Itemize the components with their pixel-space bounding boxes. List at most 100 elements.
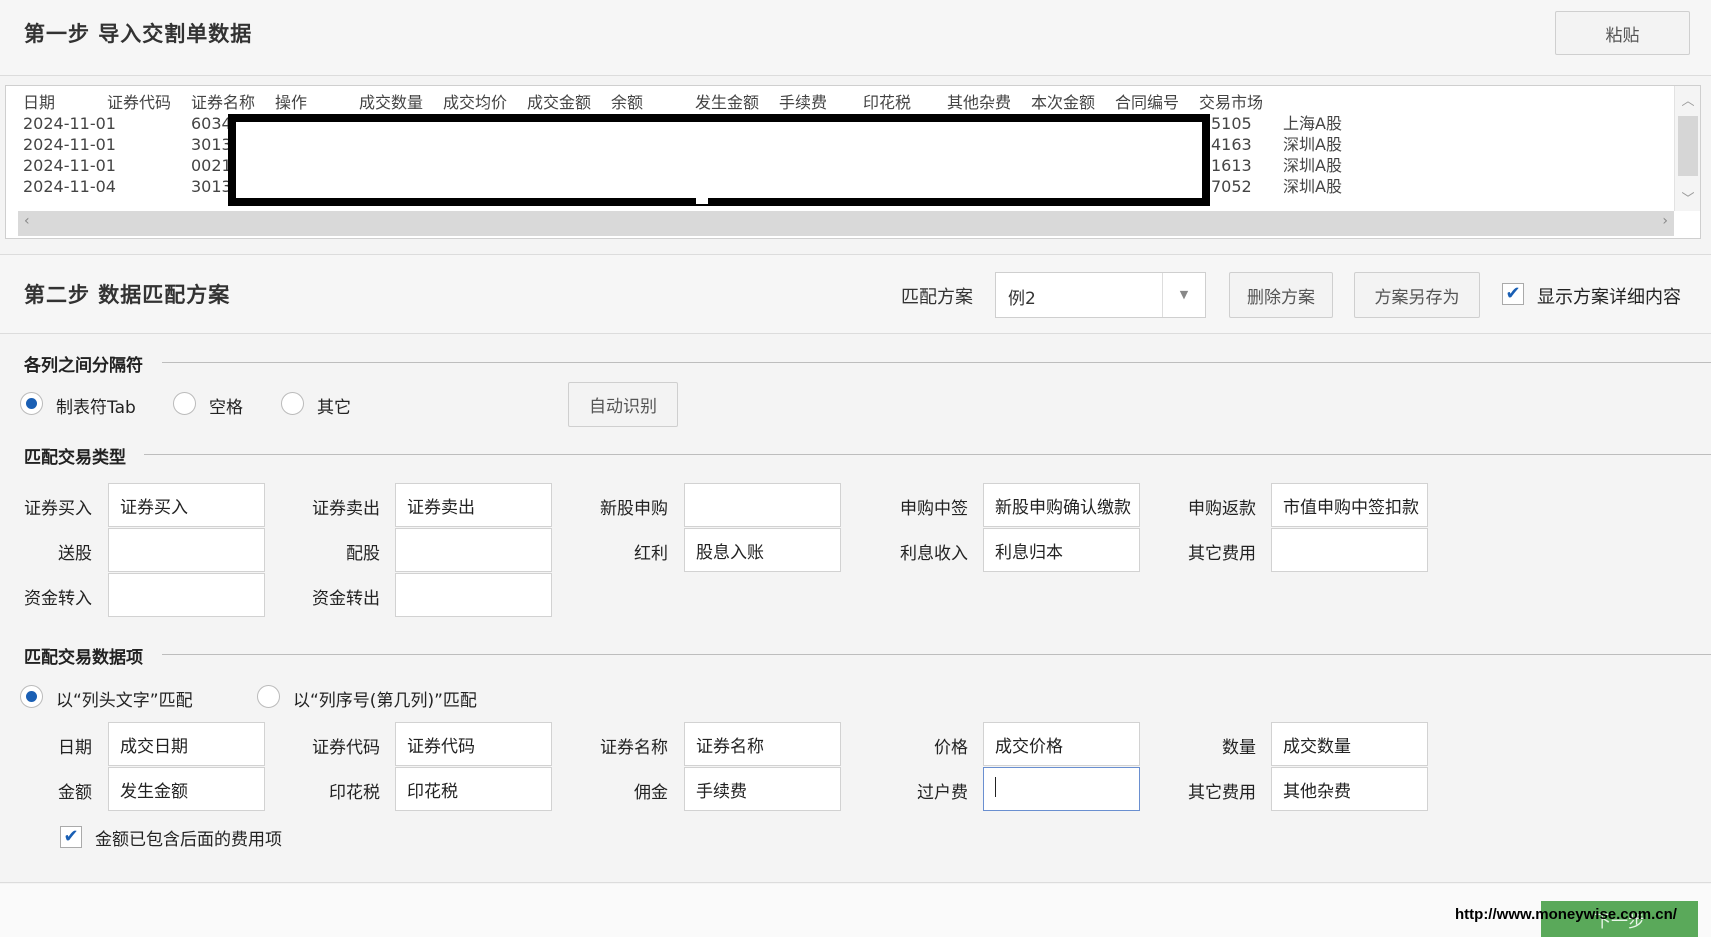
cell-market: 深圳A股 [1283, 156, 1342, 175]
horizontal-scrollbar[interactable]: ‹ › [18, 211, 1674, 236]
step1-title: 第一步 导入交割单数据 [24, 22, 253, 46]
transfer-fee-column-field[interactable] [983, 767, 1140, 811]
field-label: 证券名称 [600, 738, 668, 758]
include-fees-label: 金额已包含后面的费用项 [95, 830, 282, 850]
vertical-scrollbar[interactable]: ︿ ﹀ [1674, 86, 1700, 211]
ipo-refund-field[interactable]: 市值申购中签扣款 [1271, 483, 1428, 527]
separator-radio-tab[interactable] [20, 392, 43, 415]
scheme-label: 匹配方案 [901, 287, 973, 308]
name-column-field[interactable]: 证券名称 [684, 722, 841, 766]
scheme-select[interactable]: 例2 ▼ [995, 272, 1206, 318]
field-label: 资金转入 [24, 589, 92, 609]
col-header: 其他杂费 [947, 93, 1012, 112]
watermark: http://www.moneywise.com.cn/ [1455, 906, 1677, 923]
field-label: 配股 [346, 544, 380, 564]
field-label: 新股申购 [600, 499, 668, 519]
separator-radio-space[interactable] [173, 392, 196, 415]
auto-detect-button[interactable]: 自动识别 [568, 382, 678, 427]
chevron-up-icon[interactable]: ︿ [1675, 90, 1701, 109]
cell-date: 2024-11-01 [23, 114, 116, 133]
scroll-thumb[interactable] [1678, 116, 1698, 176]
col-header: 成交均价 [443, 93, 508, 112]
redaction-box [228, 114, 1210, 206]
caret-down-icon[interactable]: ▼ [1162, 273, 1205, 317]
col-header: 交易市场 [1199, 93, 1264, 112]
match-by-index-label: 以“列序号(第几列)”匹配 [293, 691, 477, 711]
cell-contract: 1613 [1211, 156, 1252, 175]
section-divider [162, 362, 1711, 363]
delete-scheme-button[interactable]: 删除方案 [1229, 272, 1333, 318]
field-label: 申购返款 [1188, 499, 1256, 519]
commission-column-field[interactable]: 手续费 [684, 767, 841, 811]
chevron-left-icon[interactable]: ‹ [24, 213, 30, 229]
include-fees-checkbox[interactable]: ✔ [60, 826, 82, 848]
price-column-field[interactable]: 成交价格 [983, 722, 1140, 766]
show-detail-label: 显示方案详细内容 [1537, 287, 1681, 308]
bonus-share-field[interactable] [108, 528, 265, 572]
header-row: 日期 证券代码 证券名称 操作 成交数量 成交均价 成交金额 余额 发生金额 手… [23, 92, 1674, 113]
cell-market: 深圳A股 [1283, 177, 1342, 196]
separator-radio-other[interactable] [281, 392, 304, 415]
dividend-field[interactable]: 股息入账 [684, 528, 841, 572]
cell-contract: 7052 [1211, 177, 1252, 196]
col-header: 手续费 [779, 93, 828, 112]
check-icon: ✔ [63, 826, 79, 847]
fund-in-field[interactable] [108, 573, 265, 617]
other-fee-column-field[interactable]: 其他杂费 [1271, 767, 1428, 811]
ipo-won-field[interactable]: 新股申购确认缴款 [983, 483, 1140, 527]
paste-button[interactable]: 粘贴 [1555, 11, 1690, 55]
field-label: 利息收入 [900, 544, 968, 564]
col-header: 发生金额 [695, 93, 760, 112]
cell-date: 2024-11-04 [23, 177, 116, 196]
field-label: 证券代码 [312, 738, 380, 758]
field-label: 红利 [634, 544, 668, 564]
cell-date: 2024-11-01 [23, 156, 116, 175]
field-label: 证券卖出 [312, 499, 380, 519]
ipo-subscribe-field[interactable] [684, 483, 841, 527]
field-label: 价格 [934, 738, 968, 758]
quantity-column-field[interactable]: 成交数量 [1271, 722, 1428, 766]
data-items-section-title: 匹配交易数据项 [24, 648, 143, 668]
field-label: 送股 [58, 544, 92, 564]
interest-field[interactable]: 利息归本 [983, 528, 1140, 572]
rights-issue-field[interactable] [395, 528, 552, 572]
cell-date: 2024-11-01 [23, 135, 116, 154]
col-header: 操作 [275, 93, 308, 112]
cell-contract: 4163 [1211, 135, 1252, 154]
field-label: 日期 [58, 738, 92, 758]
match-by-header-radio[interactable] [20, 685, 43, 708]
stamp-tax-column-field[interactable]: 印花税 [395, 767, 552, 811]
chevron-down-icon[interactable]: ﹀ [1675, 188, 1701, 207]
col-header: 证券名称 [191, 93, 256, 112]
date-column-field[interactable]: 成交日期 [108, 722, 265, 766]
cell-contract: 5105 [1211, 114, 1252, 133]
field-label: 申购中签 [900, 499, 968, 519]
match-by-header-label: 以“列头文字”匹配 [56, 691, 193, 711]
save-scheme-as-button[interactable]: 方案另存为 [1354, 272, 1480, 318]
show-detail-checkbox[interactable]: ✔ [1502, 283, 1524, 305]
check-icon: ✔ [1505, 283, 1521, 304]
separator-label-space: 空格 [209, 398, 243, 418]
buy-field[interactable]: 证券买入 [108, 483, 265, 527]
footer: 下一步 http://www.moneywise.com.cn/ [0, 884, 1711, 937]
sell-field[interactable]: 证券卖出 [395, 483, 552, 527]
config-panel: 各列之间分隔符 制表符Tab 空格 其它 自动识别 匹配交易类型 证券买入 证券… [0, 335, 1711, 883]
match-by-index-radio[interactable] [257, 685, 280, 708]
col-header: 成交金额 [527, 93, 592, 112]
col-header: 成交数量 [359, 93, 424, 112]
col-header: 本次金额 [1031, 93, 1096, 112]
code-column-field[interactable]: 证券代码 [395, 722, 552, 766]
separator-label-tab: 制表符Tab [56, 398, 136, 418]
field-label: 印花税 [329, 783, 380, 803]
fund-out-field[interactable] [395, 573, 552, 617]
cell-market: 上海A股 [1283, 114, 1342, 133]
chevron-right-icon[interactable]: › [1662, 213, 1668, 229]
section-divider [162, 654, 1711, 655]
separator-label-other: 其它 [317, 398, 351, 418]
other-fee-type-field[interactable] [1271, 528, 1428, 572]
field-label: 金额 [58, 783, 92, 803]
amount-column-field[interactable]: 发生金额 [108, 767, 265, 811]
text-cursor [995, 777, 996, 797]
field-label: 证券买入 [24, 499, 92, 519]
field-label: 资金转出 [312, 589, 380, 609]
